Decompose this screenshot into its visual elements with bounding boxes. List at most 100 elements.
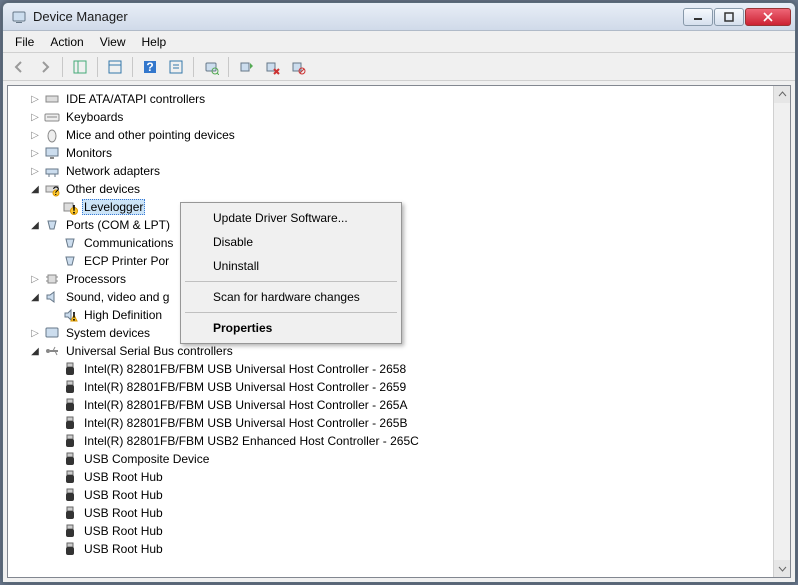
help-button[interactable]: ?	[138, 55, 162, 79]
ctx-update-driver[interactable]: Update Driver Software...	[183, 206, 399, 230]
tree-node-usb-roothub[interactable]: USB Root Hub	[10, 522, 771, 540]
ctx-properties[interactable]: Properties	[183, 316, 399, 340]
node-label[interactable]: System devices	[64, 326, 152, 340]
ctx-uninstall[interactable]: Uninstall	[183, 254, 399, 278]
expand-icon[interactable]: ▷	[28, 110, 42, 124]
action-button[interactable]	[164, 55, 188, 79]
node-label[interactable]: Processors	[64, 272, 128, 286]
tree-node-monitors[interactable]: ▷ Monitors	[10, 144, 771, 162]
tree-node-usb-roothub[interactable]: USB Root Hub	[10, 486, 771, 504]
node-label[interactable]: Intel(R) 82801FB/FBM USB Universal Host …	[82, 380, 408, 394]
node-label[interactable]: Universal Serial Bus controllers	[64, 344, 235, 358]
ctx-disable[interactable]: Disable	[183, 230, 399, 254]
expand-icon[interactable]: ▷	[28, 92, 42, 106]
maximize-button[interactable]	[714, 8, 744, 26]
svg-text:!: !	[72, 203, 76, 216]
tree-node-usb-roothub[interactable]: USB Root Hub	[10, 468, 771, 486]
usb-plug-icon	[62, 379, 78, 395]
ctx-separator	[185, 312, 397, 313]
toolbar-separator	[62, 57, 63, 77]
tree-node-mice[interactable]: ▷ Mice and other pointing devices	[10, 126, 771, 144]
ports-icon	[44, 217, 60, 233]
node-label[interactable]: USB Root Hub	[82, 488, 165, 502]
tree-node-usb-controller[interactable]: Intel(R) 82801FB/FBM USB Universal Host …	[10, 360, 771, 378]
usb-plug-icon	[62, 415, 78, 431]
show-hide-tree-button[interactable]	[68, 55, 92, 79]
node-label[interactable]: High Definition	[82, 308, 164, 322]
back-button[interactable]	[7, 55, 31, 79]
expand-icon[interactable]: ▷	[28, 146, 42, 160]
node-label[interactable]: Ports (COM & LPT)	[64, 218, 172, 232]
tree-node-usb-composite[interactable]: USB Composite Device	[10, 450, 771, 468]
toolbar-separator	[97, 57, 98, 77]
collapse-icon[interactable]: ◢	[28, 218, 42, 232]
usb-plug-icon	[62, 469, 78, 485]
expand-icon[interactable]: ▷	[28, 326, 42, 340]
collapse-icon[interactable]: ◢	[28, 182, 42, 196]
collapse-icon[interactable]: ◢	[28, 290, 42, 304]
node-label[interactable]: Intel(R) 82801FB/FBM USB Universal Host …	[82, 398, 409, 412]
forward-button[interactable]	[33, 55, 57, 79]
node-label[interactable]: Sound, video and g	[64, 290, 171, 304]
usb-plug-icon	[62, 541, 78, 557]
node-label[interactable]: IDE ATA/ATAPI controllers	[64, 92, 207, 106]
node-label[interactable]: USB Root Hub	[82, 470, 165, 484]
menu-action[interactable]: Action	[42, 32, 91, 52]
node-label[interactable]: Intel(R) 82801FB/FBM USB Universal Host …	[82, 416, 409, 430]
usb-plug-icon	[62, 361, 78, 377]
menu-file[interactable]: File	[7, 32, 42, 52]
keyboard-icon	[44, 109, 60, 125]
tree-node-usb-roothub[interactable]: USB Root Hub	[10, 504, 771, 522]
tree-node-usb-controller[interactable]: Intel(R) 82801FB/FBM USB2 Enhanced Host …	[10, 432, 771, 450]
node-label[interactable]: Monitors	[64, 146, 114, 160]
tree-node-keyboards[interactable]: ▷ Keyboards	[10, 108, 771, 126]
svg-text:?: ?	[146, 60, 153, 74]
device-tree[interactable]: ▷ IDE ATA/ATAPI controllers ▷ Keyboards ▷ M…	[8, 86, 773, 577]
uninstall-button[interactable]	[260, 55, 284, 79]
node-label[interactable]: USB Root Hub	[82, 506, 165, 520]
node-label[interactable]: Intel(R) 82801FB/FBM USB2 Enhanced Host …	[82, 434, 421, 448]
expand-icon[interactable]: ▷	[28, 128, 42, 142]
node-label[interactable]: USB Composite Device	[82, 452, 211, 466]
titlebar[interactable]: Device Manager	[3, 3, 795, 31]
scan-hardware-button[interactable]	[199, 55, 223, 79]
mouse-icon	[44, 127, 60, 143]
tree-node-usb-controller[interactable]: Intel(R) 82801FB/FBM USB Universal Host …	[10, 396, 771, 414]
tree-node-usb-roothub[interactable]: USB Root Hub	[10, 540, 771, 558]
toolbar-separator	[228, 57, 229, 77]
expand-icon[interactable]: ▷	[28, 272, 42, 286]
tree-node-usb[interactable]: ◢ Universal Serial Bus controllers	[10, 342, 771, 360]
usb-plug-icon	[62, 451, 78, 467]
tree-node-other[interactable]: ◢?Other devices	[10, 180, 771, 198]
tree-node-usb-controller[interactable]: Intel(R) 82801FB/FBM USB Universal Host …	[10, 414, 771, 432]
node-label[interactable]: Keyboards	[64, 110, 125, 124]
node-label[interactable]: Other devices	[64, 182, 142, 196]
ctx-scan-hardware[interactable]: Scan for hardware changes	[183, 285, 399, 309]
minimize-button[interactable]	[683, 8, 713, 26]
tree-node-network[interactable]: ▷ Network adapters	[10, 162, 771, 180]
node-label[interactable]: Network adapters	[64, 164, 162, 178]
node-label[interactable]: Mice and other pointing devices	[64, 128, 237, 142]
node-label[interactable]: Intel(R) 82801FB/FBM USB Universal Host …	[82, 362, 408, 376]
tree-node-ide[interactable]: ▷ IDE ATA/ATAPI controllers	[10, 90, 771, 108]
close-button[interactable]	[745, 8, 791, 26]
properties-button[interactable]	[103, 55, 127, 79]
disable-button[interactable]	[286, 55, 310, 79]
scroll-up-button[interactable]	[774, 86, 790, 103]
node-label[interactable]: ECP Printer Por	[82, 254, 171, 268]
menu-help[interactable]: Help	[134, 32, 175, 52]
scroll-down-button[interactable]	[774, 560, 790, 577]
menu-view[interactable]: View	[92, 32, 134, 52]
vertical-scrollbar[interactable]	[773, 86, 790, 577]
node-label[interactable]: Levelogger	[82, 199, 145, 215]
node-label[interactable]: USB Root Hub	[82, 524, 165, 538]
ctx-separator	[185, 281, 397, 282]
tree-node-usb-controller[interactable]: Intel(R) 82801FB/FBM USB Universal Host …	[10, 378, 771, 396]
node-label[interactable]: USB Root Hub	[82, 542, 165, 556]
collapse-icon[interactable]: ◢	[28, 344, 42, 358]
node-label[interactable]: Communications	[82, 236, 175, 250]
toolbar-separator	[132, 57, 133, 77]
update-driver-button[interactable]	[234, 55, 258, 79]
expand-icon[interactable]: ▷	[28, 164, 42, 178]
port-icon	[62, 235, 78, 251]
